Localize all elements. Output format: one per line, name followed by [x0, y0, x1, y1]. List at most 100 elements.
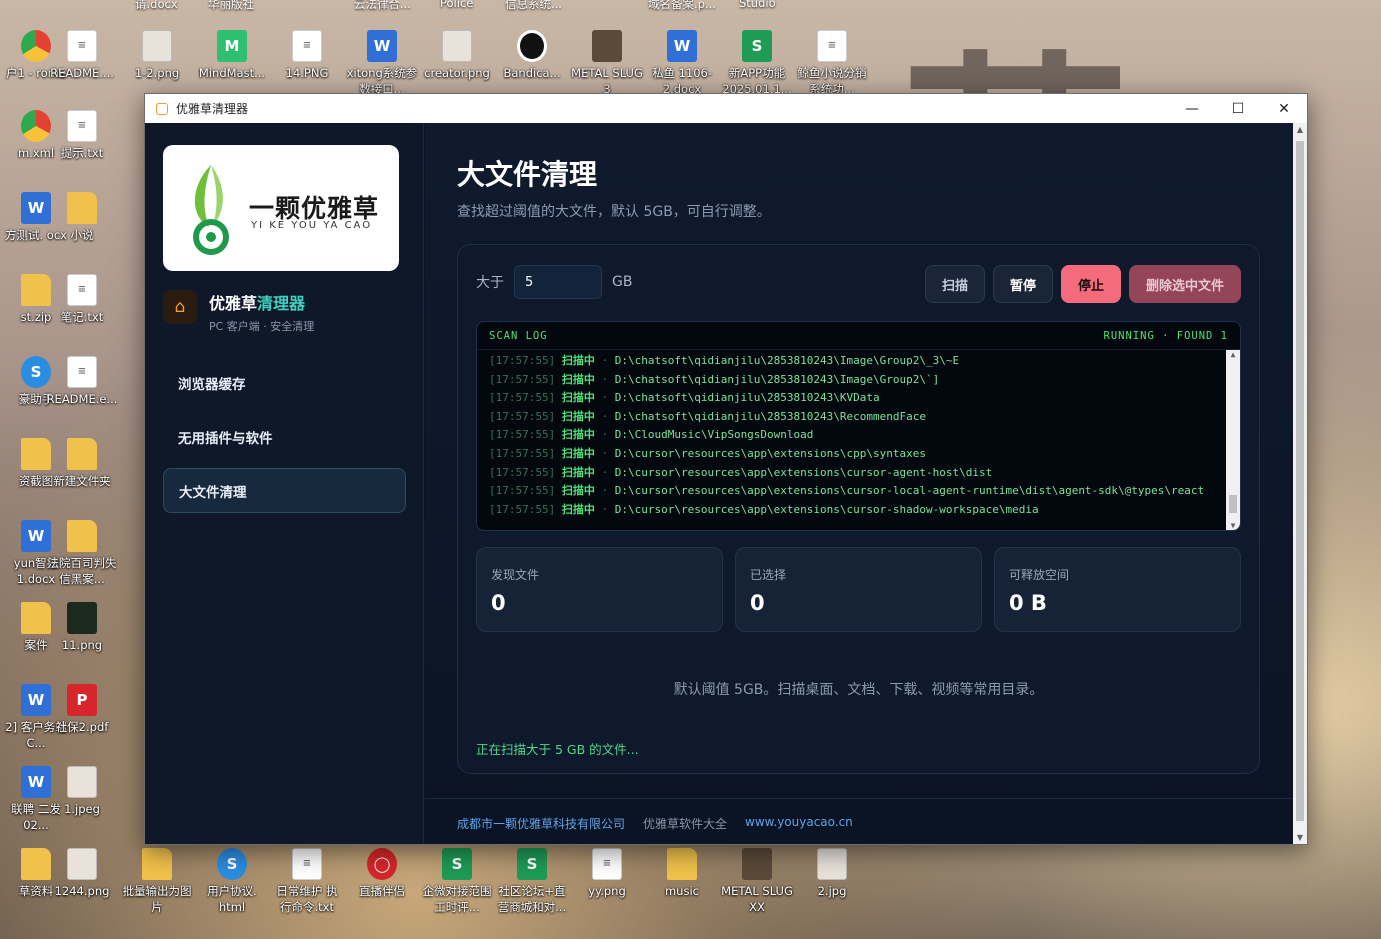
log-tag: 扫描中 — [561, 428, 595, 442]
top-label[interactable]: 华丽版社 — [208, 0, 254, 12]
log-tag: 扫描中 — [561, 409, 595, 423]
doc-file-icon: ≡ — [292, 30, 322, 62]
desktop-icon-label: 提示.txt — [60, 146, 104, 160]
scroll-down-icon[interactable]: ▼ — [1293, 833, 1307, 842]
threshold-input[interactable] — [514, 265, 602, 299]
top-label[interactable]: Studio — [739, 0, 776, 10]
doc-file-icon: ≡ — [592, 848, 622, 880]
stop-button[interactable]: 停止 — [1060, 265, 1121, 303]
word-file-icon: W — [367, 30, 397, 62]
nav-item-browser-cache[interactable]: 浏览器缓存 — [163, 360, 406, 405]
log-timestamp: [17:57:55] — [489, 354, 556, 367]
doc-file-icon: ≡ — [817, 30, 847, 62]
desktop-icon[interactable]: music — [646, 848, 718, 899]
desktop-icon-label: README.e... — [46, 392, 118, 406]
top-label[interactable]: Police — [440, 0, 473, 10]
pause-button[interactable]: 暂停 — [992, 265, 1053, 303]
desktop-icon-label: 1-2.png — [134, 66, 180, 80]
log-path: D:\chatsoft\qidianjilu\2853810243\Image\… — [614, 354, 960, 367]
desktop-icon[interactable]: METAL SLUG 3 — [571, 30, 643, 97]
log-scroll-thumb[interactable] — [1229, 495, 1237, 513]
desktop-icon[interactable]: ◯ 直播伴侣 — [346, 848, 418, 899]
desktop-icon[interactable]: 小说 — [46, 192, 118, 243]
scroll-up-icon[interactable]: ▲ — [1226, 350, 1240, 359]
desktop-icon[interactable]: 法院百司判失信黑案... — [46, 520, 118, 587]
desktop-icon[interactable]: ≡ 14.PNG — [271, 30, 343, 81]
desktop-icon[interactable]: 1-2.png — [121, 30, 193, 81]
desktop-icon-label: 1.jpeg — [64, 802, 100, 816]
desktop-icon[interactable]: 11.png — [46, 602, 118, 653]
log-timestamp: [17:57:55] — [489, 428, 556, 442]
desktop-icon[interactable]: ≡ yy.png — [571, 848, 643, 899]
footer-website-link[interactable]: www.youyacao.cn — [745, 815, 853, 832]
desktop-icon[interactable]: ≡ 日常维护 执行命令.txt — [271, 848, 343, 915]
stat-value: 0 B — [1009, 591, 1047, 615]
threshold-unit: GB — [612, 274, 633, 290]
brand-name: 优雅草清理器 — [209, 294, 306, 313]
scan-button[interactable]: 扫描 — [924, 265, 985, 303]
log-timestamp: [17:57:55] — [489, 465, 556, 479]
desktop-icon[interactable]: 新建文件夹 — [46, 438, 118, 489]
desktop-icon[interactable]: ≡ README.e... — [46, 356, 118, 407]
delete-selected-button[interactable]: 删除选中文件 — [1128, 265, 1241, 303]
desktop-icon[interactable]: 2.jpg — [796, 848, 868, 899]
desktop-icon[interactable]: Wxitong系统参数接口... — [346, 30, 418, 97]
desktop-icon[interactable]: 批量输出为图片 — [121, 848, 193, 915]
desktop-icon[interactable]: ≡ 提示.txt — [46, 110, 118, 161]
doc-file-icon: ≡ — [67, 110, 97, 142]
top-label[interactable]: 信息系统... — [505, 0, 562, 12]
top-label[interactable]: 请.docx — [135, 0, 178, 12]
stat-label: 可释放空间 — [1009, 568, 1070, 582]
desktop-icon[interactable]: P 社保2.pdf — [46, 684, 118, 735]
desktop-icon[interactable]: W 私鱼 1106-2.docx — [646, 30, 718, 97]
sheet-file-icon: S — [442, 848, 472, 880]
desktop-icon[interactable]: ≡ README.... — [46, 30, 118, 81]
log-tag: 扫描中 — [561, 502, 595, 516]
window-scrollbar[interactable]: ▲ ▼ — [1293, 123, 1307, 844]
desktop-icon-label: 社保2.pdf — [55, 720, 109, 734]
desktop-icon-label: yy.png — [588, 884, 626, 898]
pdf-file-icon: P — [67, 684, 97, 716]
nav-item-unused-plugins[interactable]: 无用插件与软件 — [163, 414, 406, 459]
nav-item-large-files[interactable]: 大文件清理 — [163, 468, 406, 513]
footer-suite-link[interactable]: 优雅草软件大全 — [643, 815, 727, 832]
doc-file-icon: ≡ — [67, 30, 97, 62]
log-line: [17:57:55] 扫描中 · D:\cursor\resources\app… — [489, 502, 1039, 516]
desktop-icon[interactable]: Bandica... — [496, 30, 568, 81]
desktop-icon-label: creator.png — [424, 66, 490, 80]
desktop-icon[interactable]: M MindMast... — [196, 30, 268, 81]
maximize-button[interactable]: ☐ — [1215, 94, 1261, 123]
close-button[interactable]: ✕ — [1261, 94, 1307, 123]
footer: 成都市一颗优雅草科技有限公司 优雅草软件大全 www.youyacao.cn — [425, 798, 1293, 848]
sheet-file-icon: S — [517, 848, 547, 880]
desktop-icon[interactable]: S 社区论坛+直营商城和对... — [496, 848, 568, 915]
desktop-icon-label: 社区论坛+直营商城和对... — [497, 884, 567, 914]
scroll-down-icon[interactable]: ▼ — [1226, 521, 1240, 530]
folder-file-icon — [142, 848, 172, 880]
stats-row: 发现文件 0 已选择 0 可释放空间 0 B — [476, 547, 1241, 632]
top-label[interactable]: 域名备案.p... — [648, 0, 716, 12]
desktop-icon[interactable]: METAL SLUG XX — [721, 848, 793, 915]
log-tag: 扫描中 — [561, 484, 595, 498]
scroll-up-icon[interactable]: ▲ — [1293, 125, 1307, 134]
desktop-icon[interactable]: ≡ 鲸鱼小说分销系统功... — [796, 30, 868, 97]
desktop-icon[interactable]: 1244.png — [46, 848, 118, 899]
desktop-icon[interactable]: 1.jpeg — [46, 766, 118, 817]
footer-company-link[interactable]: 成都市一颗优雅草科技有限公司 — [457, 815, 625, 832]
log-scrollbar[interactable]: ▲ ▼ — [1226, 350, 1240, 530]
desktop-icon[interactable]: ≡ 笔记.txt — [46, 274, 118, 325]
minimize-button[interactable]: — — [1169, 94, 1215, 123]
game-file-icon — [742, 848, 772, 880]
desktop-icon[interactable]: S 新APP功能 2025.01.1... — [721, 30, 793, 97]
folder-file-icon — [67, 192, 97, 224]
app-window: 优雅草清理器 — ☐ ✕ 一颗优雅草 YI KE YOU YA CAO ⌂ 优雅… — [144, 93, 1308, 845]
top-label[interactable]: 云法律合... — [354, 0, 411, 12]
dark-file-icon — [67, 602, 97, 634]
scan-panel: 大于 GB 扫描 暂停 停止 删除选中文件 SCAN LOG RUNNING ·… — [457, 244, 1260, 774]
title-bar[interactable]: 优雅草清理器 — ☐ ✕ — [145, 94, 1307, 123]
desktop-icon[interactable]: S 企微对接范围工时评... — [421, 848, 493, 915]
desktop-icon[interactable]: S 用户协议. html — [196, 848, 268, 915]
sidebar: 一颗优雅草 YI KE YOU YA CAO ⌂ 优雅草清理器 PC 客户端 ·… — [145, 123, 424, 844]
desktop-icon[interactable]: creator.png — [421, 30, 493, 81]
window-scroll-thumb[interactable] — [1296, 141, 1304, 821]
